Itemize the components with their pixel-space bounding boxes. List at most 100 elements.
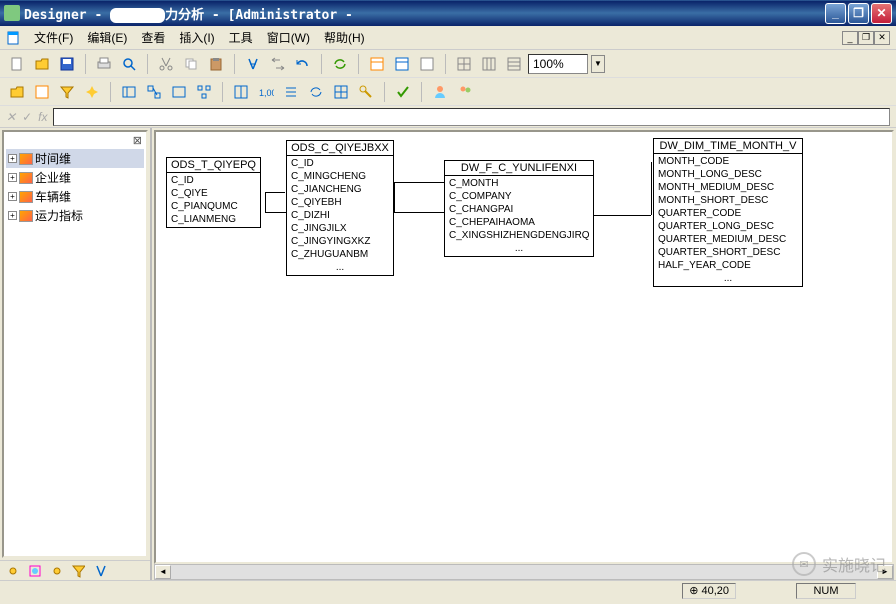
entity-column[interactable]: C_JIANCHENG <box>291 183 389 196</box>
entity-column[interactable]: C_ZHUGUANBM <box>291 248 389 261</box>
menu-insert[interactable]: 插入(I) <box>173 27 220 48</box>
menu-window[interactable]: 窗口(W) <box>261 27 316 48</box>
menu-edit[interactable]: 编辑(E) <box>81 27 133 48</box>
copy-button[interactable] <box>180 53 202 75</box>
panel-close-icon[interactable]: ⊠ <box>6 134 144 149</box>
entity-column[interactable]: QUARTER_SHORT_DESC <box>658 246 798 259</box>
entity-column[interactable]: C_COMPANY <box>449 190 589 203</box>
tree-item-vehicle[interactable]: + 车辆维 <box>6 187 144 206</box>
menu-file[interactable]: 文件(F) <box>28 27 79 48</box>
entity-column[interactable]: HALF_YEAR_CODE <box>658 259 798 272</box>
entity-column[interactable]: MONTH_CODE <box>658 155 798 168</box>
undo-button[interactable] <box>292 53 314 75</box>
tb2-filter-button[interactable] <box>56 81 78 103</box>
tab-filter[interactable] <box>70 563 86 579</box>
horizontal-scrollbar[interactable]: ◄ ► <box>154 564 894 580</box>
tab-shape[interactable] <box>26 563 42 579</box>
entity-column[interactable]: MONTH_MEDIUM_DESC <box>658 181 798 194</box>
refresh-button[interactable] <box>329 53 351 75</box>
tb2-struct4-button[interactable] <box>193 81 215 103</box>
tb2-struct5-button[interactable] <box>230 81 252 103</box>
menu-tool[interactable]: 工具 <box>223 27 259 48</box>
sheet3-button[interactable] <box>416 53 438 75</box>
entity-column[interactable]: C_QIYE <box>171 187 256 200</box>
entity-column[interactable]: C_ID <box>291 157 389 170</box>
expand-icon[interactable]: + <box>8 173 17 182</box>
entity-column[interactable]: C_QIYEBH <box>291 196 389 209</box>
scroll-left-button[interactable]: ◄ <box>155 565 171 579</box>
mdi-close[interactable]: ✕ <box>874 31 890 45</box>
tb2-user1-button[interactable] <box>429 81 451 103</box>
entity-column[interactable]: C_XINGSHIZHENGDENGJIRQ <box>449 229 589 242</box>
tb2-struct2-button[interactable] <box>143 81 165 103</box>
mdi-restore[interactable]: ❐ <box>858 31 874 45</box>
save-button[interactable] <box>56 53 78 75</box>
expand-icon[interactable]: + <box>8 154 17 163</box>
tb2-check-button[interactable] <box>392 81 414 103</box>
entity-ods-t-qiyepq[interactable]: ODS_T_QIYEPQ C_ID C_QIYE C_PIANQUMC C_LI… <box>166 157 261 228</box>
entity-column[interactable]: C_DIZHI <box>291 209 389 222</box>
entity-column[interactable]: C_CHANGPAI <box>449 203 589 216</box>
mdi-minimize[interactable]: _ <box>842 31 858 45</box>
entity-column[interactable]: C_ID <box>171 174 256 187</box>
tb2-key-button[interactable] <box>355 81 377 103</box>
paste-button[interactable] <box>205 53 227 75</box>
tb2-user2-button[interactable] <box>454 81 476 103</box>
sheet2-button[interactable] <box>391 53 413 75</box>
entity-column[interactable]: MONTH_SHORT_DESC <box>658 194 798 207</box>
tb2-folder-button[interactable] <box>6 81 28 103</box>
grid2-button[interactable] <box>478 53 500 75</box>
preview-button[interactable] <box>118 53 140 75</box>
tb2-refresh2-button[interactable] <box>305 81 327 103</box>
close-button[interactable]: ✕ <box>871 3 892 24</box>
entity-column[interactable]: C_MINGCHENG <box>291 170 389 183</box>
entity-column[interactable]: C_JINGYINGXKZ <box>291 235 389 248</box>
entity-dw-f-c-yunlifenxi[interactable]: DW_F_C_YUNLIFENXI C_MONTH C_COMPANY C_CH… <box>444 160 594 257</box>
entity-ods-c-qiyejbxx[interactable]: ODS_C_QIYEJBXX C_ID C_MINGCHENG C_JIANCH… <box>286 140 394 276</box>
maximize-button[interactable]: ❐ <box>848 3 869 24</box>
formula-fx[interactable]: fx <box>38 110 47 124</box>
zoom-input[interactable]: 100% <box>528 54 588 74</box>
print-button[interactable] <box>93 53 115 75</box>
entity-column[interactable]: C_JINGJILX <box>291 222 389 235</box>
menu-help[interactable]: 帮助(H) <box>318 27 371 48</box>
tb2-grid-button[interactable] <box>330 81 352 103</box>
tree-item-time[interactable]: + 时间维 <box>6 149 144 168</box>
tb2-props-button[interactable] <box>31 81 53 103</box>
entity-column[interactable]: QUARTER_LONG_DESC <box>658 220 798 233</box>
entity-column[interactable]: C_CHEPAIHAOMA <box>449 216 589 229</box>
entity-column[interactable]: MONTH_LONG_DESC <box>658 168 798 181</box>
zoom-dropdown[interactable]: ▼ <box>591 55 605 73</box>
tb2-struct1-button[interactable] <box>118 81 140 103</box>
tb2-list-button[interactable] <box>280 81 302 103</box>
entity-column[interactable]: C_PIANQUMC <box>171 200 256 213</box>
open-button[interactable] <box>31 53 53 75</box>
diagram-canvas[interactable]: ODS_T_QIYEPQ C_ID C_QIYE C_PIANQUMC C_LI… <box>154 130 894 564</box>
formula-accept[interactable]: ✓ <box>22 110 32 124</box>
grid3-button[interactable] <box>503 53 525 75</box>
menu-view[interactable]: 查看 <box>135 27 171 48</box>
cut-button[interactable] <box>155 53 177 75</box>
expand-icon[interactable]: + <box>8 211 17 220</box>
tab-find[interactable] <box>92 563 108 579</box>
tb2-sparkle-button[interactable] <box>81 81 103 103</box>
entity-dw-dim-time-month-v[interactable]: DW_DIM_TIME_MONTH_V MONTH_CODE MONTH_LON… <box>653 138 803 287</box>
entity-column[interactable]: C_MONTH <box>449 177 589 190</box>
minimize-button[interactable]: _ <box>825 3 846 24</box>
formula-cancel[interactable]: ✕ <box>6 110 16 124</box>
entity-column[interactable]: C_LIANMENG <box>171 213 256 226</box>
entity-column[interactable]: QUARTER_MEDIUM_DESC <box>658 233 798 246</box>
tree-item-capacity[interactable]: + 运力指标 <box>6 206 144 225</box>
tab-radio1[interactable] <box>4 563 20 579</box>
entity-column[interactable]: QUARTER_CODE <box>658 207 798 220</box>
sheet-button[interactable] <box>366 53 388 75</box>
tree-item-company[interactable]: + 企业维 <box>6 168 144 187</box>
tb2-dec-button[interactable]: 1,00 <box>255 81 277 103</box>
find-button[interactable] <box>242 53 264 75</box>
replace-button[interactable] <box>267 53 289 75</box>
tb2-struct3-button[interactable] <box>168 81 190 103</box>
expand-icon[interactable]: + <box>8 192 17 201</box>
tab-radio2[interactable] <box>48 563 64 579</box>
grid1-button[interactable] <box>453 53 475 75</box>
new-button[interactable] <box>6 53 28 75</box>
